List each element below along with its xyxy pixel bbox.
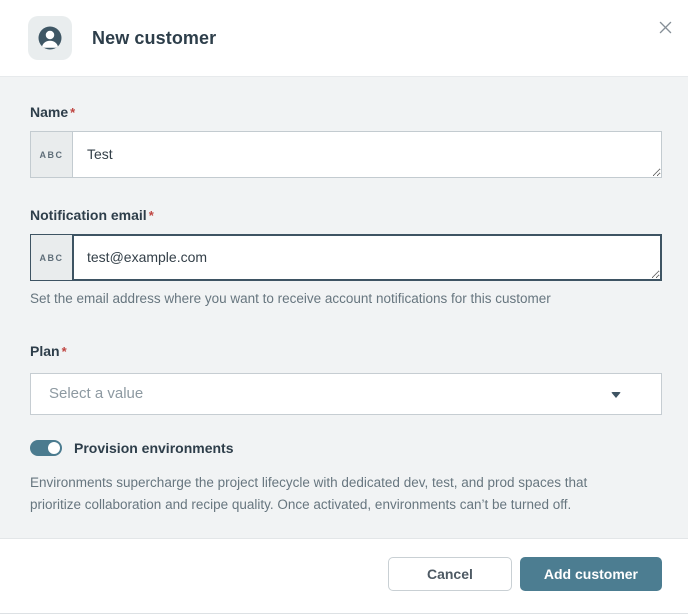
add-customer-button[interactable]: Add customer <box>519 557 662 591</box>
toggle-knob <box>48 441 60 454</box>
plan-required-marker: * <box>61 343 67 359</box>
name-input-row: ABC Test <box>30 131 662 178</box>
name-label-text: Name <box>30 104 69 120</box>
chevron-down-icon <box>611 391 621 398</box>
email-text-type-prefix: ABC <box>30 234 72 281</box>
email-required-marker: * <box>148 208 154 223</box>
dialog-footer: Cancel Add customer <box>0 539 688 613</box>
provision-environments-label: Provision environments <box>74 439 234 456</box>
dialog-header: New customer <box>0 0 688 77</box>
plan-select[interactable]: Select a value <box>30 372 662 415</box>
name-required-marker: * <box>70 105 76 120</box>
new-customer-dialog: New customer Name * ABC Test Notification… <box>0 0 688 614</box>
name-label: Name * <box>30 104 662 120</box>
close-icon <box>659 21 671 33</box>
email-field-group: Notification email * ABC test@example.com… <box>30 207 662 309</box>
cancel-button[interactable]: Cancel <box>387 557 512 591</box>
plan-label: Plan * <box>30 343 662 359</box>
environments-description: Environments supercharge the project lif… <box>30 474 588 512</box>
email-label-text: Notification email <box>30 207 147 223</box>
email-label: Notification email * <box>30 207 662 223</box>
email-helper-text: Set the email address where you want to … <box>30 291 551 306</box>
abc-type-icon: ABC <box>39 252 64 263</box>
email-input-row: ABC test@example.com <box>30 234 662 281</box>
plan-field-group: Plan * Select a value <box>30 343 662 415</box>
close-button[interactable] <box>654 16 676 38</box>
name-input[interactable]: Test <box>72 131 662 178</box>
name-text-type-prefix: ABC <box>30 131 72 178</box>
user-avatar-icon <box>28 16 72 60</box>
provision-environments-row: Provision environments <box>30 439 662 456</box>
plan-label-text: Plan <box>30 342 60 359</box>
provision-environments-toggle[interactable] <box>30 439 62 456</box>
plan-select-placeholder: Select a value <box>49 385 144 403</box>
email-input[interactable]: test@example.com <box>72 234 662 281</box>
abc-type-icon: ABC <box>39 149 64 160</box>
dialog-body: Name * ABC Test Notification email * ABC t… <box>0 77 688 539</box>
name-field-group: Name * ABC Test <box>30 104 662 178</box>
dialog-title: New customer <box>92 27 217 48</box>
